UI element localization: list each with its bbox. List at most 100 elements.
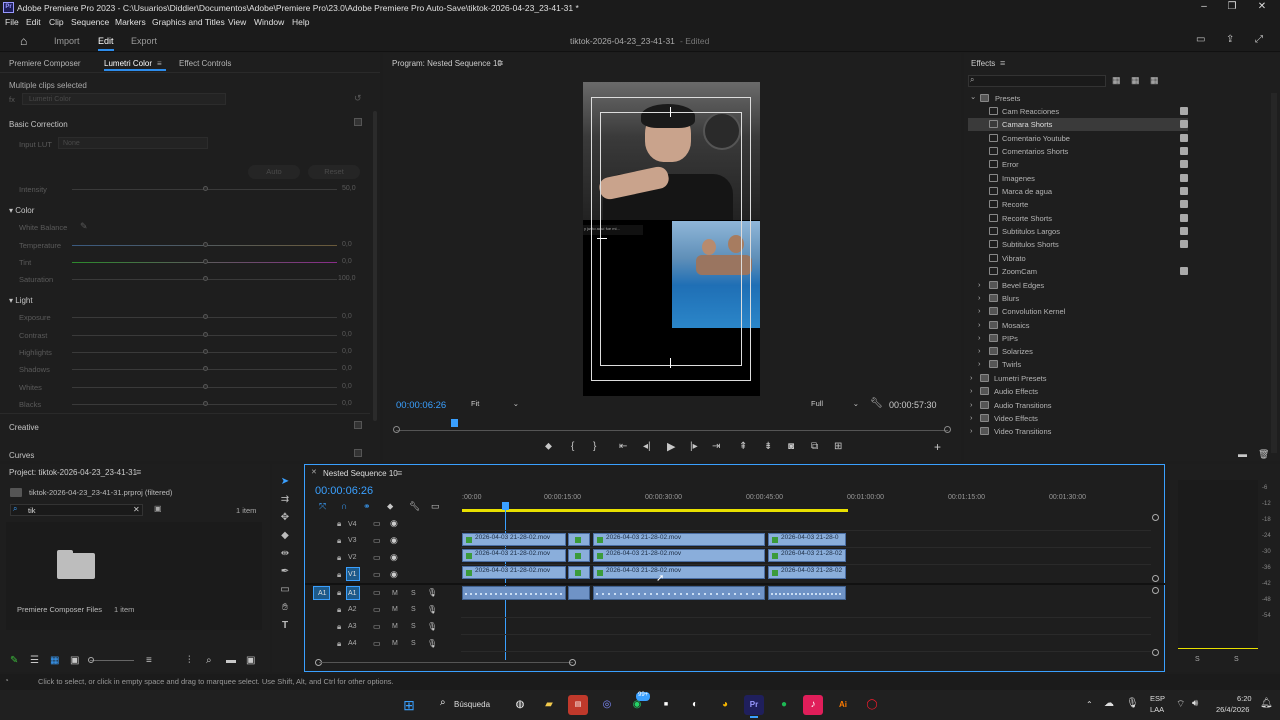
timeline-settings-icon[interactable]: 🔧︎ (409, 501, 420, 512)
eye-icon[interactable]: ◉ (390, 535, 398, 546)
effects-search-input[interactable] (968, 75, 1106, 87)
preset-folder[interactable]: › PIPs (968, 332, 1188, 345)
preset-item[interactable]: Cam Reacciones (968, 105, 1188, 118)
preset-item[interactable]: Marca de agua (968, 185, 1188, 198)
list-view-icon[interactable]: ☰ (30, 655, 39, 666)
widgets-icon[interactable]: ◍ (510, 695, 530, 715)
lock-icon[interactable]: 🔒︎ (337, 639, 341, 649)
nest-icon[interactable]: ⤧ (319, 501, 326, 512)
new-search-bin-icon[interactable]: ▣ (154, 504, 162, 513)
effects-menu-icon[interactable]: ≡ (1000, 58, 1005, 68)
program-scrubber[interactable] (396, 430, 948, 431)
menu-edit[interactable]: Edit (26, 17, 41, 27)
saturation-value[interactable]: 100,0 (338, 275, 356, 282)
audio-clip[interactable] (768, 586, 846, 600)
clip[interactable]: 2026-04-03 21-28-02.mov (462, 549, 566, 562)
tab-lumetri-color[interactable]: Lumetri Color (104, 59, 152, 68)
tab-export[interactable]: Export (131, 36, 157, 46)
meter-solo-left[interactable]: S (1195, 656, 1200, 663)
clock-date[interactable]: 26/4/2026 (1216, 705, 1249, 714)
category-folder[interactable]: › Audio Effects (968, 385, 1188, 398)
solo-toggle[interactable]: S (411, 590, 416, 597)
highlights-knob[interactable] (203, 349, 208, 354)
sync-lock-icon[interactable]: ▭ (373, 588, 381, 597)
preset-folder[interactable]: › Blurs (968, 292, 1188, 305)
go-to-out-icon[interactable]: ⇥ (712, 441, 720, 452)
lock-icon[interactable]: 🔒︎ (337, 570, 341, 580)
mark-out-icon[interactable]: } (593, 441, 596, 452)
mute-toggle[interactable]: M (392, 590, 398, 597)
wrench-icon[interactable]: 🔧︎ (870, 398, 883, 409)
clip[interactable]: 2026-04-03 21-28-0 (768, 533, 846, 546)
v-scroll-top[interactable] (1152, 514, 1159, 521)
mic-icon[interactable]: 🎙︎ (427, 588, 437, 597)
contrast-value[interactable]: 0,0 (342, 331, 352, 338)
a-scroll-top[interactable] (1152, 587, 1159, 594)
category-folder[interactable]: › Lumetri Presets (968, 372, 1188, 385)
clip[interactable]: 2026-04-03 21-28-02.mov (593, 566, 765, 579)
curves-checkbox[interactable] (354, 449, 362, 457)
h-scroll-end[interactable] (569, 659, 576, 666)
captions-icon[interactable]: ▭ (431, 501, 440, 512)
lock-icon[interactable]: 🔒︎ (337, 536, 341, 546)
menu-clip[interactable]: Clip (49, 17, 64, 27)
32bit-icon[interactable]: ▦ (1131, 75, 1140, 86)
tab-premiere-composer[interactable]: Premiere Composer (9, 59, 81, 68)
category-folder[interactable]: › Video Transitions (968, 425, 1188, 438)
solo-toggle[interactable]: S (411, 606, 416, 613)
tint-value[interactable]: 0,0 (342, 258, 352, 265)
camera-icon[interactable]: ◙ (788, 441, 794, 452)
effects-scrollbar[interactable] (1271, 93, 1277, 453)
extract-icon[interactable]: ⇟ (764, 441, 772, 452)
solo-toggle[interactable]: S (411, 623, 416, 630)
track-a1-label[interactable]: A1 (348, 590, 357, 597)
rectangle-icon[interactable]: ▭ (277, 584, 293, 598)
lock-icon[interactable]: 🔒︎ (337, 622, 341, 632)
lumetri-scrollbar[interactable] (373, 111, 377, 421)
solo-toggle[interactable]: S (411, 640, 416, 647)
slip-icon[interactable]: ⇹ (277, 548, 293, 562)
track-v3-label[interactable]: V3 (348, 537, 357, 544)
program-timecode[interactable]: 00:00:06:26 (396, 400, 446, 411)
tab-effect-controls[interactable]: Effect Controls (179, 59, 231, 68)
clip[interactable]: 2026-04-03 21-28-02 (768, 566, 846, 579)
source-a1-label[interactable]: A1 (318, 590, 327, 597)
audio-clip[interactable] (462, 586, 566, 600)
curves-header[interactable]: Curves (9, 451, 34, 460)
shadows-value[interactable]: 0,0 (342, 365, 352, 372)
clear-search-icon[interactable]: ✕ (133, 505, 140, 514)
whites-knob[interactable] (203, 384, 208, 389)
close-icon[interactable]: ✕ (1252, 1, 1272, 14)
volume-icon[interactable]: 🔊︎ (1192, 698, 1198, 709)
color-header[interactable]: ▾ Color (9, 206, 34, 215)
mark-in-icon[interactable]: { (571, 441, 574, 452)
chrome-icon[interactable]: ◕ (715, 695, 735, 715)
selection-tool-icon[interactable]: ➤ (277, 476, 293, 490)
delete-icon[interactable]: 🗑︎ (1258, 449, 1269, 460)
app-icon[interactable]: ▤ (568, 695, 588, 715)
sync-lock-icon[interactable]: ▭ (373, 570, 381, 579)
program-playhead[interactable] (451, 419, 458, 427)
menu-window[interactable]: Window (254, 17, 284, 27)
eyedropper-icon[interactable]: ✎ (80, 221, 88, 232)
lock-icon[interactable]: 🔒︎ (337, 519, 341, 529)
clock-time[interactable]: 6:20 (1237, 694, 1252, 703)
preset-folder[interactable]: › Bevel Edges (968, 279, 1188, 292)
fullscreen-icon[interactable]: ⤢ (1255, 34, 1263, 45)
timeline-playhead-head[interactable] (502, 502, 509, 510)
preset-item[interactable]: Subtitulos Largos (968, 225, 1188, 238)
mute-toggle[interactable]: M (392, 640, 398, 647)
write-icon[interactable]: ✎ (10, 655, 18, 666)
onedrive-icon[interactable]: ☁ (1104, 698, 1114, 709)
presets-folder[interactable]: ⌄ Presets (968, 92, 1188, 105)
type-icon[interactable]: T (277, 620, 293, 634)
clip[interactable] (568, 566, 590, 579)
find-icon[interactable]: ⌕ (206, 655, 212, 666)
tab-import[interactable]: Import (54, 36, 80, 46)
lock-icon[interactable]: 🔒︎ (337, 553, 341, 563)
category-folder[interactable]: › Audio Transitions (968, 399, 1188, 412)
go-to-in-icon[interactable]: ⇤ (619, 441, 627, 452)
track-v1-label[interactable]: V1 (348, 571, 357, 578)
preset-folder[interactable]: › Solarizes (968, 345, 1188, 358)
fx-dropdown[interactable]: Lumetri Color (22, 93, 226, 105)
